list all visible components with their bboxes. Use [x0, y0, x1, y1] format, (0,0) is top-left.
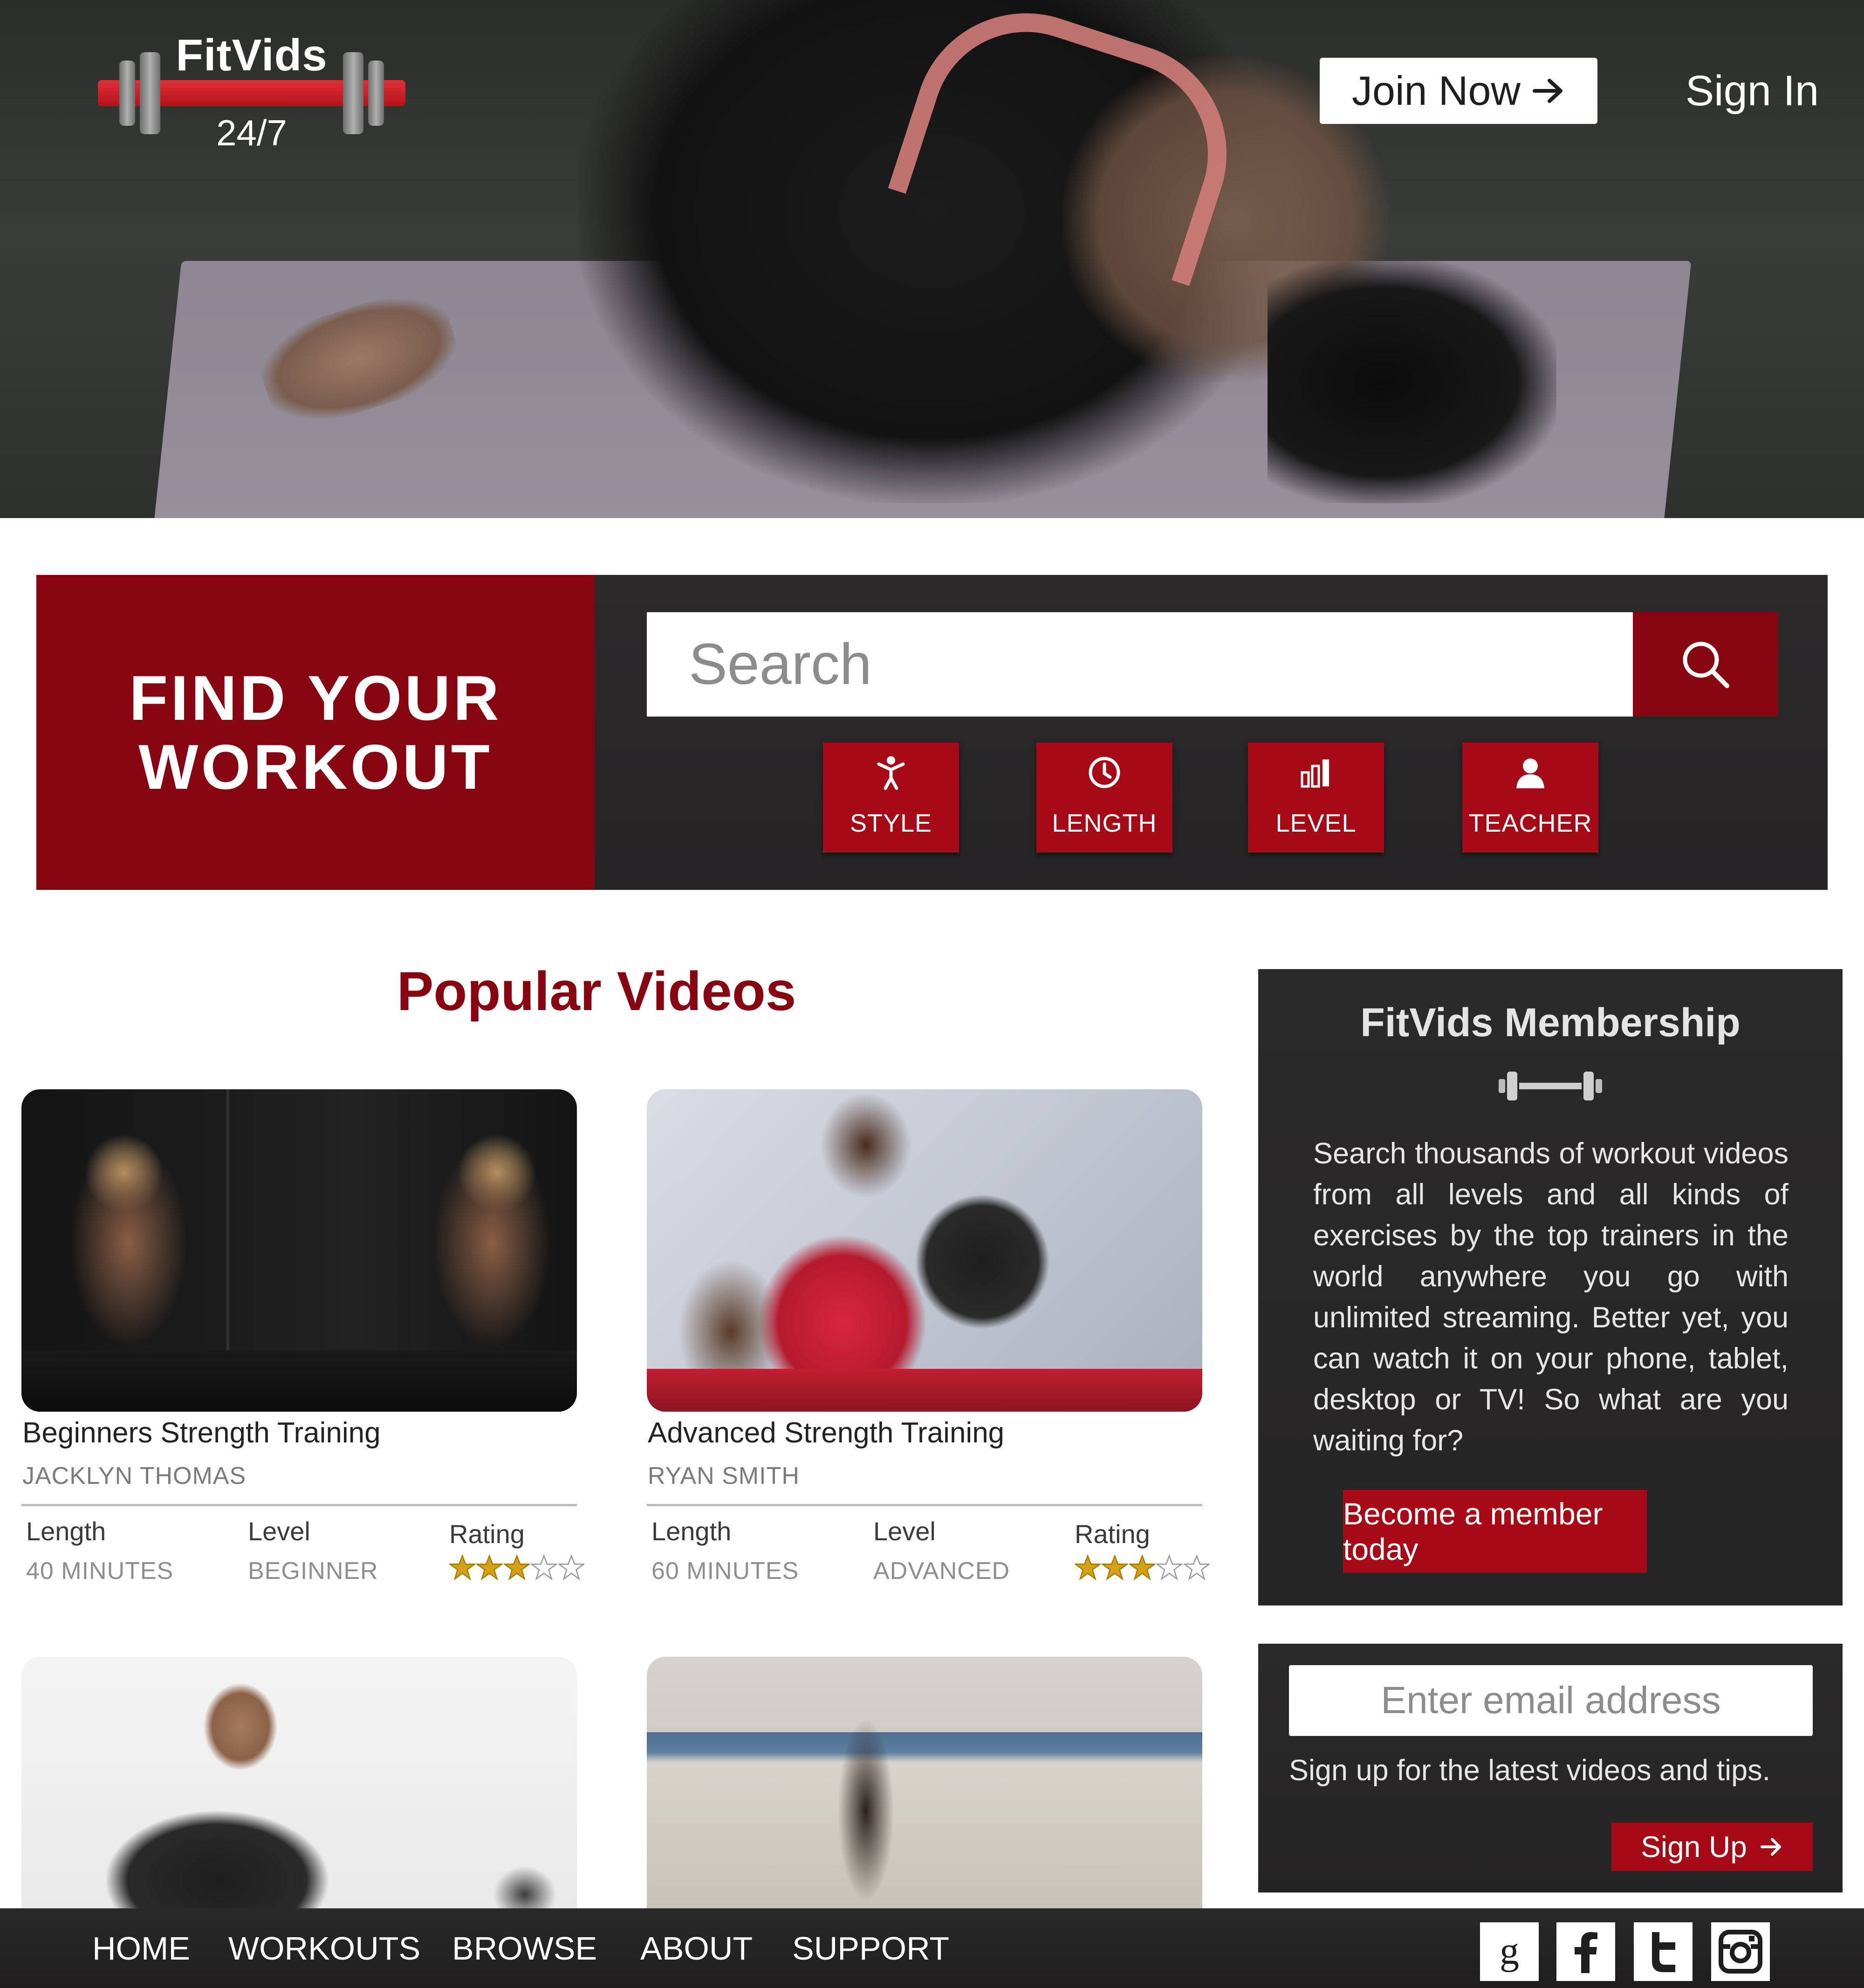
- video-thumbnail[interactable]: [647, 1657, 1202, 1908]
- star-empty-icon: [531, 1554, 557, 1581]
- search-panel: STYLE LENGTH LEVEL TEACHER: [595, 575, 1828, 890]
- video-card[interactable]: Advanced Strength Training RYAN SMITH Le…: [647, 1089, 1210, 1611]
- search-icon: [1683, 642, 1729, 688]
- twitter-link[interactable]: [1634, 1922, 1693, 1981]
- level-value: ADVANCED: [873, 1558, 1010, 1585]
- video-thumbnail[interactable]: [647, 1089, 1202, 1412]
- star-filled-icon: [1102, 1554, 1128, 1581]
- google-icon: g: [1500, 1929, 1519, 1973]
- star-filled-icon: [1129, 1554, 1156, 1581]
- length-label: Length: [651, 1517, 732, 1546]
- nav-workouts[interactable]: WORKOUTS: [228, 1908, 420, 1988]
- star-filled-icon: [503, 1554, 530, 1581]
- length-value: 60 MINUTES: [651, 1558, 799, 1585]
- video-card[interactable]: Beginners Strength Training JACKLYN THOM…: [21, 1089, 585, 1611]
- video-thumbnail[interactable]: [21, 1089, 577, 1412]
- filter-length-label: LENGTH: [1052, 809, 1157, 837]
- newsletter-panel: Sign up for the latest videos and tips. …: [1258, 1644, 1843, 1892]
- instagram-icon: [1719, 1930, 1762, 1974]
- nav-support[interactable]: SUPPORT: [792, 1908, 949, 1988]
- star-rating: [1075, 1552, 1210, 1585]
- facebook-link[interactable]: [1556, 1922, 1615, 1981]
- video-title[interactable]: Beginners Strength Training: [22, 1416, 381, 1449]
- popular-videos-title: Popular Videos: [397, 961, 796, 1022]
- instagram-link[interactable]: [1711, 1922, 1770, 1981]
- video-card[interactable]: [647, 1657, 1202, 1908]
- level-value: BEGINNER: [248, 1558, 378, 1585]
- facebook-icon: [1575, 1932, 1597, 1973]
- star-empty-icon: [1156, 1554, 1183, 1581]
- level-label: Level: [248, 1517, 310, 1546]
- find-workout-title-line1: FIND YOUR: [129, 663, 502, 733]
- logo-plate-inner-right: [343, 52, 363, 134]
- filter-level-label: LEVEL: [1275, 809, 1357, 837]
- brand-tagline: 24/7: [216, 112, 287, 153]
- brand-logo[interactable]: FitVids 24/7: [98, 28, 415, 158]
- brand-name: FitVids: [176, 30, 328, 80]
- filter-teacher-label: TEACHER: [1468, 809, 1592, 837]
- filter-style-button[interactable]: STYLE: [823, 743, 959, 853]
- membership-panel: FitVids Membership Search thousands of w…: [1258, 969, 1843, 1605]
- video-author: RYAN SMITH: [648, 1462, 800, 1489]
- become-member-button[interactable]: Become a member today: [1343, 1490, 1647, 1573]
- hero-hair: [1268, 261, 1556, 503]
- arrow-right-icon: [1532, 79, 1562, 103]
- star-empty-icon: [1183, 1554, 1210, 1581]
- bars-icon: [1301, 759, 1329, 788]
- membership-title: FitVids Membership: [1360, 1000, 1741, 1045]
- sign-up-button[interactable]: Sign Up: [1611, 1823, 1813, 1871]
- hero-banner: FitVids 24/7 Join Now Sign In: [0, 0, 1864, 518]
- nav-home[interactable]: HOME: [92, 1908, 190, 1988]
- rating-label: Rating: [1075, 1519, 1150, 1549]
- join-now-label: Join Now: [1352, 68, 1521, 114]
- level-label: Level: [873, 1517, 936, 1546]
- teacher-icon: [1516, 758, 1544, 788]
- video-card[interactable]: [21, 1657, 577, 1908]
- nav-browse[interactable]: BROWSE: [452, 1908, 597, 1988]
- newsletter-text: Sign up for the latest videos and tips.: [1289, 1754, 1771, 1787]
- filter-level-button[interactable]: LEVEL: [1248, 743, 1384, 853]
- rating-label: Rating: [449, 1519, 525, 1549]
- join-now-button[interactable]: Join Now: [1320, 58, 1597, 124]
- svg-text:g: g: [1500, 1929, 1519, 1973]
- logo-plate-inner-left: [140, 52, 160, 134]
- find-workout-title-line2: WORKOUT: [138, 731, 493, 802]
- google-link[interactable]: g: [1480, 1922, 1539, 1981]
- card-divider: [21, 1504, 577, 1506]
- video-thumbnail[interactable]: [21, 1657, 577, 1908]
- logo-plate-outer-left: [119, 61, 135, 126]
- filter-style-label: STYLE: [850, 809, 932, 837]
- video-author: JACKLYN THOMAS: [22, 1462, 247, 1489]
- membership-description: Search thousands of workout videos from …: [1313, 1137, 1789, 1457]
- star-filled-icon: [1075, 1554, 1101, 1581]
- video-title[interactable]: Advanced Strength Training: [648, 1416, 1004, 1449]
- arrow-right-icon: [1760, 1838, 1781, 1856]
- star-filled-icon: [449, 1554, 476, 1581]
- twitter-icon: [1652, 1932, 1675, 1972]
- footer-nav: HOME WORKOUTS BROWSE ABOUT SUPPORT g: [0, 1908, 1864, 1988]
- search-input[interactable]: [647, 612, 1633, 717]
- length-value: 40 MINUTES: [26, 1558, 174, 1585]
- star-filled-icon: [476, 1554, 503, 1581]
- card-divider: [647, 1504, 1202, 1506]
- find-workout-panel: FIND YOUR WORKOUT: [36, 575, 595, 890]
- filter-teacher-button[interactable]: TEACHER: [1462, 743, 1598, 853]
- logo-plate-outer-right: [368, 61, 384, 126]
- star-empty-icon: [558, 1554, 585, 1581]
- filter-length-button[interactable]: LENGTH: [1036, 743, 1172, 853]
- search-button[interactable]: [1633, 612, 1778, 717]
- person-icon: [877, 756, 905, 790]
- clock-icon: [1089, 757, 1120, 788]
- star-rating: [449, 1552, 585, 1585]
- dumbbell-icon: [1499, 1072, 1602, 1100]
- nav-about[interactable]: ABOUT: [640, 1908, 753, 1988]
- sign-up-label: Sign Up: [1641, 1830, 1747, 1864]
- sign-in-link[interactable]: Sign In: [1659, 61, 1845, 121]
- email-field[interactable]: [1289, 1665, 1813, 1736]
- length-label: Length: [26, 1517, 106, 1546]
